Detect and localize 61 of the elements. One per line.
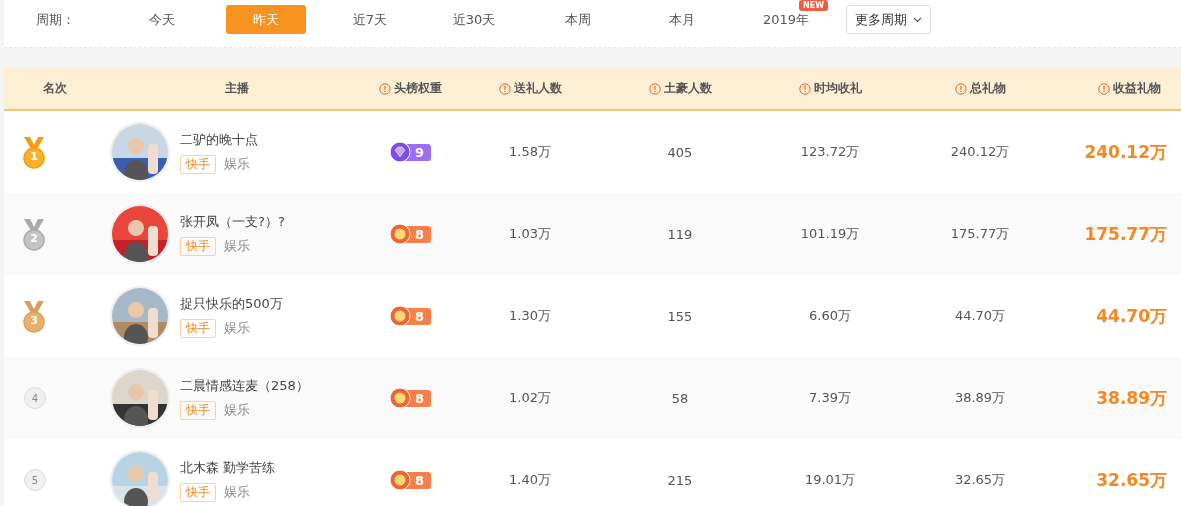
chevron-down-icon [913,16,922,23]
rank-number: 4 [24,387,46,409]
table-cell-text: 155 [666,308,694,324]
period-tab[interactable]: 近7天 [330,5,410,34]
streamer-name[interactable]: 张开凤（一支?）? [180,212,285,231]
column-header[interactable]: 主播 [225,80,249,97]
column-header[interactable]: 送礼人数 [513,80,562,97]
table-cell-text: 175.77万 [949,225,1011,243]
column-header[interactable]: 时均收礼 [813,80,862,97]
table-cell-text: 7.39万 [808,389,852,407]
column-header[interactable]: 收益礼物 [1113,80,1161,97]
table-cell-text: 1.03万 [508,225,552,243]
period-tab[interactable]: 本周 [538,5,618,34]
more-periods-dropdown[interactable]: 更多周期 [846,5,931,34]
table-cell-text: 38.89万 [953,389,1007,407]
category-label: 娱乐 [224,237,250,255]
streamer-name[interactable]: 北木森 勤学苦练 [180,458,276,477]
period-tab[interactable]: 近30天 [434,5,514,34]
table-cell-text: 1.02万 [508,389,552,407]
table-cell-text: 123.72万 [799,143,861,161]
table-cell-text: 240.12万 [949,143,1011,161]
platform-tag: 快手 [180,482,216,502]
platform-tag: 快手 [180,318,216,338]
streamer-name[interactable]: 捉只快乐的500万 [180,294,283,313]
streamer-name[interactable]: 二驴的晚十点 [180,130,258,149]
income-value: 175.77万 [1083,222,1168,246]
income-value: 32.65万 [1095,468,1168,492]
column-header[interactable]: 总礼物 [969,80,1006,97]
new-badge: NEW [799,0,828,11]
period-tab[interactable]: 今天 [122,5,202,34]
category-label: 娱乐 [224,401,250,419]
column-header[interactable]: 头榜权重 [393,80,442,97]
rank-number: 5 [24,469,46,491]
table-cell-text: 19.01万 [803,471,857,489]
period-tab[interactable]: 本月 [642,5,722,34]
table-cell-text: 44.70万 [953,307,1007,325]
table-cell-text: 1.30万 [508,307,552,325]
table-cell-text: 215 [666,472,694,488]
table-cell-text: 58 [670,390,690,406]
income-value: 44.70万 [1095,304,1168,328]
platform-tag: 快手 [180,236,216,256]
table-cell-text: 101.19万 [799,225,861,243]
table-cell-text: 405 [666,144,694,160]
column-header[interactable]: 土豪人数 [663,80,712,97]
category-label: 娱乐 [224,483,250,501]
table-cell-text: 1.58万 [508,143,552,161]
category-label: 娱乐 [224,319,250,337]
table-cell-text: 1.40万 [508,471,552,489]
income-value: 240.12万 [1083,140,1168,164]
table-cell-text: 119 [666,226,694,242]
platform-tag: 快手 [180,400,216,420]
category-label: 娱乐 [224,155,250,173]
platform-tag: 快手 [180,154,216,174]
table-row[interactable]: 2 张开凤（一支?）? 快手 娱乐 8 1.03万 119 101.19万 175.77万 175.77万 [4,193,1181,275]
period-label: 周期： [35,10,76,29]
table-row[interactable]: 4 二晨情感连麦（258） 快手 娱乐 8 1.02万 58 7.39万 38.89万 38.89万 [4,357,1181,439]
streamer-name[interactable]: 二晨情感连麦（258） [180,376,309,395]
column-header[interactable]: 名次 [43,80,67,97]
income-value: 38.89万 [1095,386,1168,410]
table-cell-text: 6.60万 [808,307,852,325]
table-cell-text: 32.65万 [953,471,1007,489]
